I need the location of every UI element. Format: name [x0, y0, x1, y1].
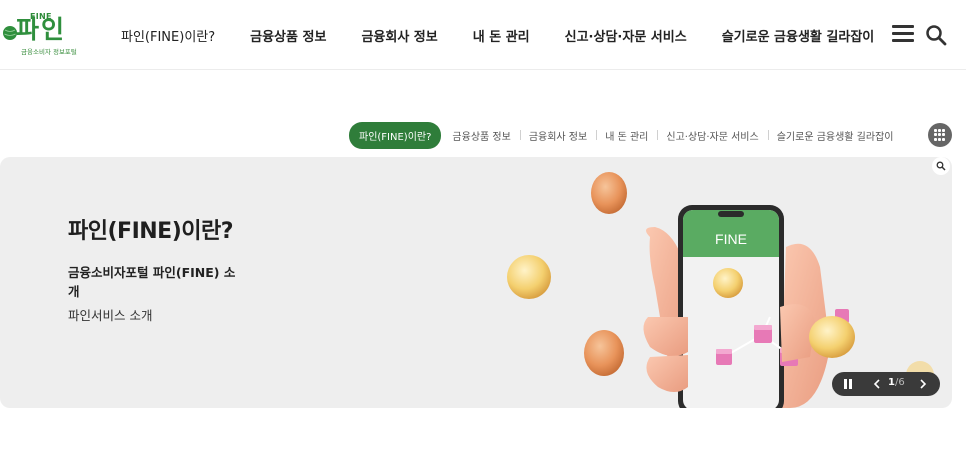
logo-tagline: 금융소비자 정보포털 — [21, 48, 77, 56]
nav-item-about[interactable]: 파인(FINE)이란? — [121, 26, 215, 45]
tab-products[interactable]: 금융상품 정보 — [443, 128, 519, 143]
tab-companies[interactable]: 금융회사 정보 — [519, 128, 596, 143]
nav-item-companies[interactable]: 금융회사 정보 — [361, 26, 437, 45]
fine-logo[interactable]: FINE 파인 금융소비자 정보포털 — [3, 12, 85, 58]
slide-current: 1 — [888, 377, 895, 388]
coin-icon — [591, 172, 627, 214]
hero-banner: 파인(FINE)이란? 금융소비자포털 파인(FINE) 소개 파인서비스 소개 — [0, 157, 952, 408]
hamburger-menu-icon[interactable] — [892, 25, 914, 43]
banner-title: 파인(FINE)이란? — [68, 219, 234, 244]
nav-item-guide[interactable]: 슬기로운 금융생활 길라잡이 — [722, 26, 875, 45]
phone-illustration: FINE — [507, 172, 934, 408]
slide-total: 6 — [898, 377, 905, 388]
nav-item-products[interactable]: 금융상품 정보 — [250, 26, 326, 45]
sub-nav-tabs: 파인(FINE)이란? 금융상품 정보 금융회사 정보 내 돈 관리 신고·상담… — [349, 122, 903, 149]
coin-icon — [584, 330, 624, 376]
banner-link[interactable]: 파인서비스 소개 — [68, 305, 152, 324]
coin-icon — [507, 255, 551, 299]
search-icon[interactable] — [925, 24, 947, 46]
tab-about[interactable]: 파인(FINE)이란? — [349, 122, 442, 149]
all-menu-grid-icon[interactable] — [928, 123, 952, 147]
chevron-left-icon[interactable] — [871, 378, 883, 390]
slide-page-indicator: 1/6 — [888, 377, 905, 388]
tab-guide[interactable]: 슬기로운 금융생활 길라잡이 — [767, 128, 903, 143]
logo-name: 파인 — [16, 15, 67, 44]
chevron-right-icon[interactable] — [917, 378, 929, 390]
tab-report[interactable]: 신고·상담·자문 서비스 — [657, 128, 767, 143]
nav-item-my-money[interactable]: 내 돈 관리 — [473, 26, 530, 45]
site-header: FINE 파인 금융소비자 정보포털 파인(FINE)이란? 금융상품 정보 금… — [0, 0, 966, 70]
main-nav: 파인(FINE)이란? 금융상품 정보 금융회사 정보 내 돈 관리 신고·상담… — [121, 0, 909, 70]
svg-text:FINE: FINE — [715, 231, 747, 247]
logo-ball-icon — [3, 26, 17, 40]
nav-item-report[interactable]: 신고·상담·자문 서비스 — [565, 26, 687, 45]
banner-description: 금융소비자포털 파인(FINE) 소개 — [68, 265, 236, 299]
pause-icon[interactable] — [844, 379, 853, 389]
zoom-icon[interactable] — [932, 157, 950, 175]
slide-controls: 1/6 — [832, 372, 940, 396]
tab-my-money[interactable]: 내 돈 관리 — [596, 128, 657, 143]
